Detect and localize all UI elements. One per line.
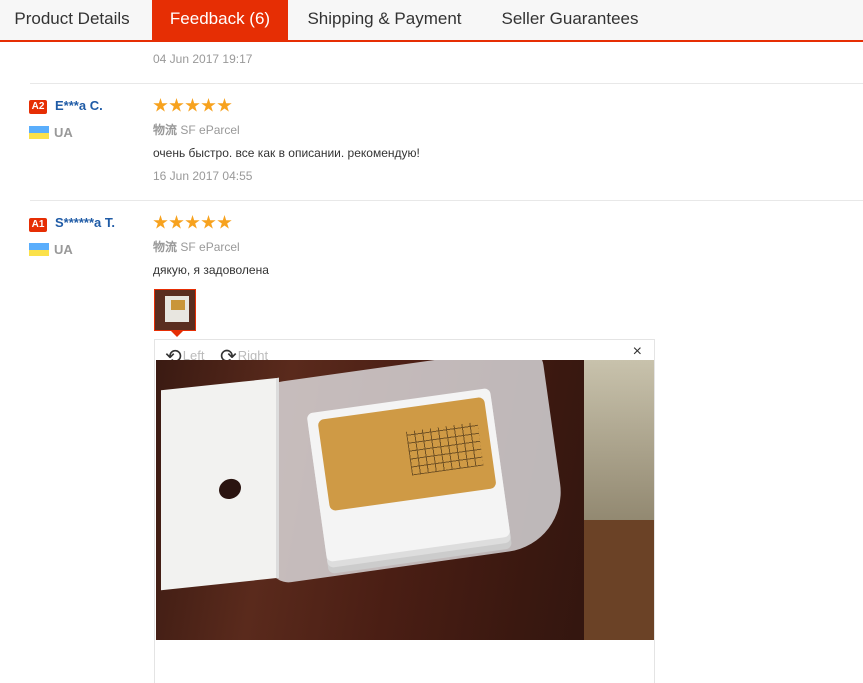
- tab-bar: Product Details Feedback (6) Shipping & …: [0, 0, 863, 42]
- star-icon: [153, 98, 168, 112]
- star-icon: [169, 98, 184, 112]
- review-photo: [156, 360, 654, 640]
- star-rating: [153, 215, 233, 235]
- star-rating: [153, 98, 233, 118]
- tab-seller-guarantees[interactable]: Seller Guarantees: [487, 0, 653, 40]
- logistics-info: 物流 SF eParcel: [153, 121, 240, 138]
- star-icon: [217, 98, 232, 112]
- tab-shipping-payment[interactable]: Shipping & Payment: [293, 0, 476, 40]
- review-text: дякую, я задоволена: [153, 263, 269, 277]
- divider: [30, 83, 863, 84]
- photo-viewer: ⟲Left ⟳Right ×: [154, 339, 655, 683]
- buyer-level-badge: A1: [29, 218, 47, 232]
- tab-product-details[interactable]: Product Details: [0, 0, 144, 40]
- ua-flag-icon: [29, 243, 49, 256]
- buyer-level-badge: A2: [29, 100, 47, 114]
- logistics-label: 物流: [153, 240, 178, 254]
- star-icon: [201, 98, 216, 112]
- review-text: очень быстро. все как в описании. рекоме…: [153, 146, 420, 160]
- star-icon: [169, 215, 184, 229]
- star-icon: [201, 215, 216, 229]
- review-photo-thumbnail[interactable]: [154, 289, 196, 331]
- logistics-info: 物流 SF eParcel: [153, 238, 240, 255]
- buyer-country: UA: [54, 125, 73, 140]
- tab-feedback[interactable]: Feedback (6): [152, 0, 288, 40]
- buyer-name: E***a C.: [55, 98, 103, 113]
- star-icon: [217, 215, 232, 229]
- logistics-value: SF eParcel: [180, 123, 240, 137]
- logistics-label: 物流: [153, 123, 178, 137]
- star-icon: [185, 98, 200, 112]
- ua-flag-icon: [29, 126, 49, 139]
- divider: [30, 200, 863, 201]
- star-icon: [185, 215, 200, 229]
- close-icon[interactable]: ×: [633, 343, 642, 361]
- thumbnail-pointer: [170, 330, 184, 337]
- review-date: 04 Jun 2017 19:17: [153, 52, 253, 66]
- buyer-country: UA: [54, 242, 73, 257]
- star-icon: [153, 215, 168, 229]
- logistics-value: SF eParcel: [180, 240, 240, 254]
- buyer-name: S******a T.: [55, 215, 115, 230]
- review-date: 16 Jun 2017 04:55: [153, 169, 253, 183]
